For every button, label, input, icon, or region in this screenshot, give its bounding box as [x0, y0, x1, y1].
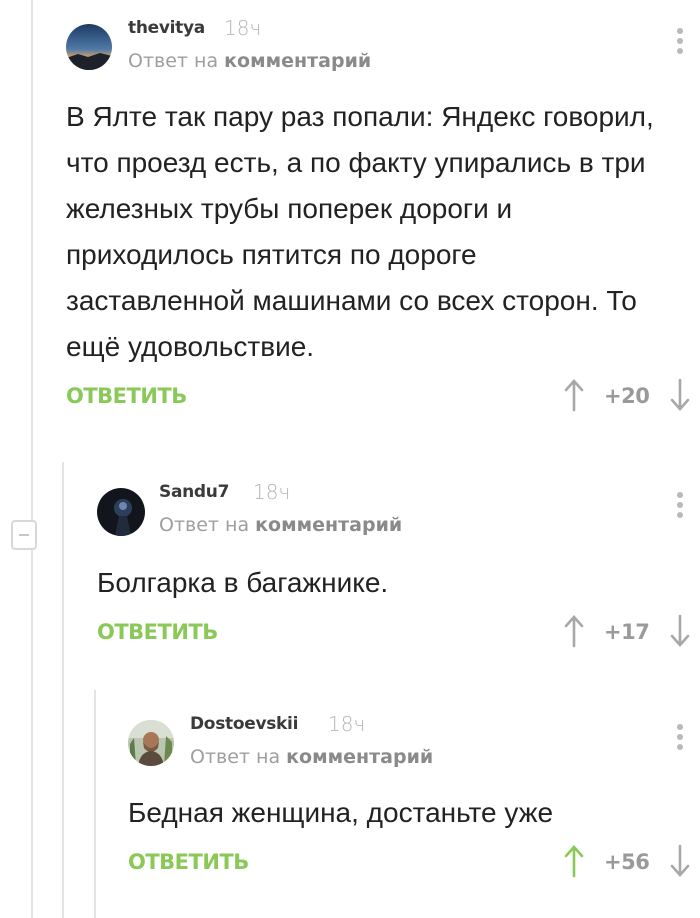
reply-button[interactable]: ОТВЕТИТЬ: [97, 620, 218, 644]
comment-header: Dostoevskii 18ч Ответ на комментарий: [128, 712, 690, 774]
vote-controls: +20: [564, 378, 690, 414]
username[interactable]: Dostoevskii: [190, 714, 298, 734]
avatar[interactable]: [97, 488, 145, 536]
reply-button[interactable]: ОТВЕТИТЬ: [66, 384, 187, 408]
comment-footer: ОТВЕТИТЬ +17: [97, 614, 690, 660]
reply-to-prefix: Ответ на: [159, 514, 250, 536]
avatar[interactable]: [66, 24, 112, 70]
rating-value: +17: [604, 620, 650, 644]
reply-button[interactable]: ОТВЕТИТЬ: [128, 850, 249, 874]
comment-text: Бедная женщина, достаньте уже: [128, 797, 554, 828]
comment-text: В Ялте так пару раз попали: Яндекс говор…: [66, 101, 654, 362]
rating-value: +20: [604, 384, 650, 408]
comment-footer: ОТВЕТИТЬ +56: [128, 844, 690, 890]
downvote-arrow-icon[interactable]: [670, 844, 690, 878]
avatar[interactable]: [128, 720, 174, 766]
collapse-thread-button[interactable]: [11, 520, 37, 550]
reply-to-line: Ответ на комментарий: [190, 746, 433, 768]
rating-value: +56: [604, 850, 650, 874]
comment-text: Болгарка в багажнике.: [97, 567, 389, 598]
upvote-arrow-icon[interactable]: [564, 378, 584, 412]
comment-thevitya: thevitya 18ч Ответ на комментарий В Ялте…: [66, 16, 690, 424]
reply-to-link[interactable]: комментарий: [224, 50, 371, 72]
username[interactable]: thevitya: [128, 18, 205, 38]
timestamp: 18ч: [253, 480, 291, 504]
downvote-arrow-icon[interactable]: [670, 614, 690, 648]
thread-line-level-3: [94, 690, 96, 918]
username[interactable]: Sandu7: [159, 482, 229, 502]
reply-to-prefix: Ответ на: [190, 746, 281, 768]
reply-to-link[interactable]: комментарий: [255, 514, 402, 536]
thread-line-level-2: [62, 462, 64, 918]
reply-to-link[interactable]: комментарий: [286, 746, 433, 768]
vote-controls: +56: [564, 844, 690, 880]
comment-footer: ОТВЕТИТЬ +20: [66, 378, 690, 424]
upvote-arrow-icon[interactable]: [564, 614, 584, 648]
thread-line-level-1: [31, 0, 33, 918]
more-options-icon[interactable]: [676, 492, 684, 522]
comment-header: Sandu7 18ч Ответ на комментарий: [97, 480, 690, 542]
downvote-arrow-icon[interactable]: [670, 378, 690, 412]
comment-sandu7: Sandu7 18ч Ответ на комментарий Болгарка…: [97, 480, 690, 660]
comment-header: thevitya 18ч Ответ на комментарий: [66, 16, 690, 78]
reply-to-prefix: Ответ на: [128, 50, 219, 72]
reply-to-line: Ответ на комментарий: [159, 514, 402, 536]
more-options-icon[interactable]: [676, 28, 684, 58]
timestamp: 18ч: [328, 712, 366, 736]
timestamp: 18ч: [224, 16, 262, 40]
upvote-arrow-icon[interactable]: [564, 844, 584, 878]
more-options-icon[interactable]: [676, 724, 684, 754]
vote-controls: +17: [564, 614, 690, 650]
reply-to-line: Ответ на комментарий: [128, 50, 371, 72]
comment-dostoevskii: Dostoevskii 18ч Ответ на комментарий Бед…: [128, 712, 690, 890]
